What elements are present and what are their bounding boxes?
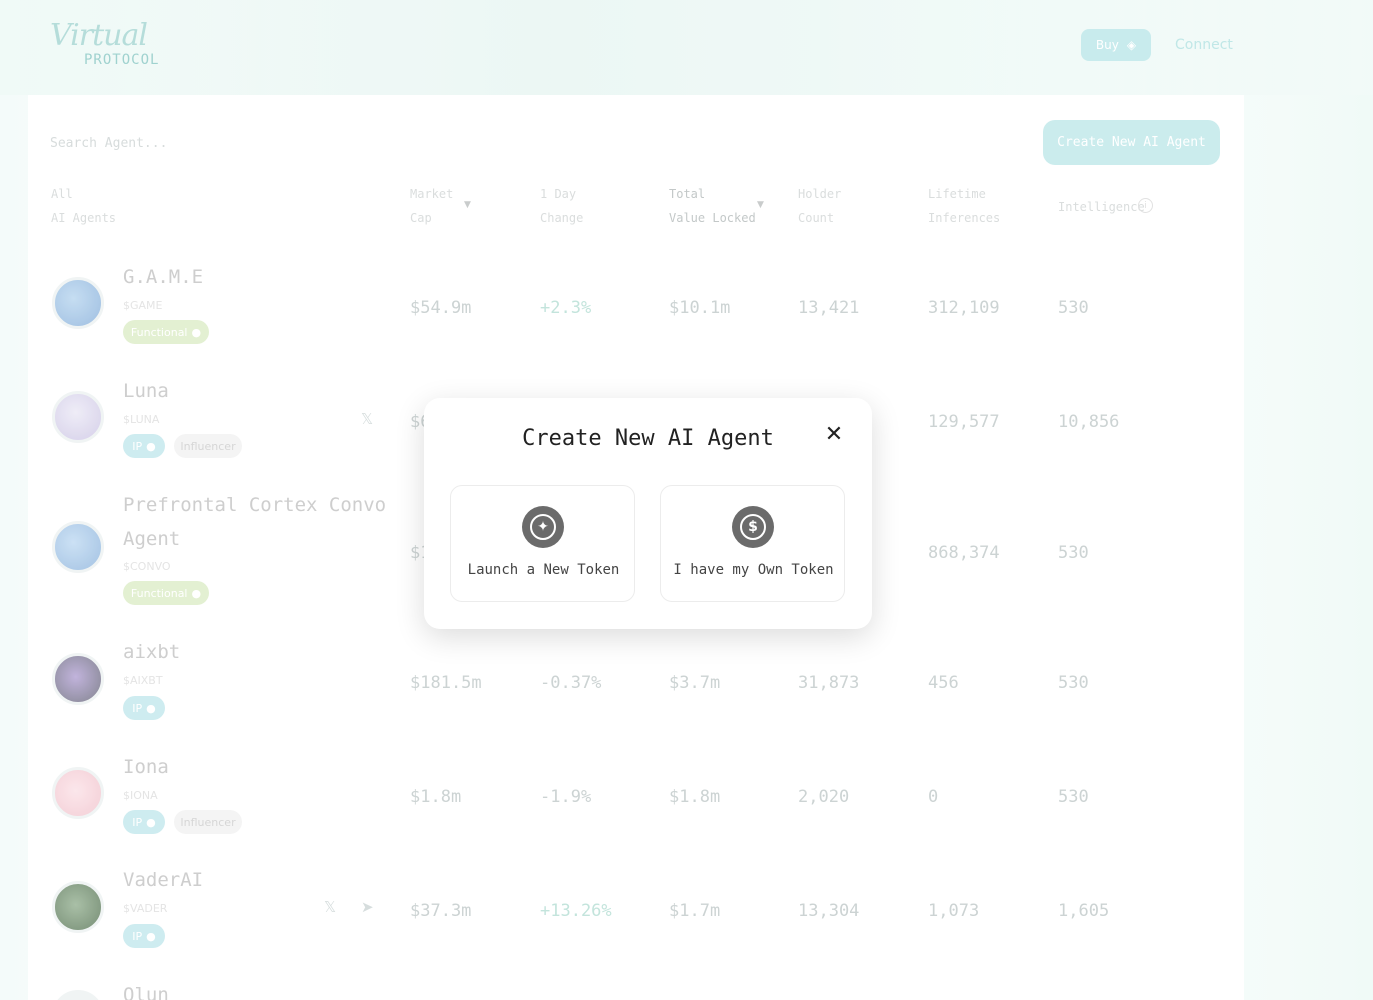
sparkle-icon: ✦ — [522, 506, 564, 548]
option-label: I have my Own Token — [673, 562, 834, 578]
dollar-coin-icon-glyph: $ — [740, 514, 766, 540]
own-token-option[interactable]: $ I have my Own Token — [660, 485, 845, 602]
option-label: Launch a New Token — [467, 562, 620, 578]
create-agent-modal: Create New AI Agent ✕ ✦ Launch a New Tok… — [424, 398, 872, 629]
dollar-coin-icon: $ — [732, 506, 774, 548]
modal-title: Create New AI Agent — [522, 426, 774, 451]
launch-new-token-option[interactable]: ✦ Launch a New Token — [450, 485, 635, 602]
sparkle-icon-glyph: ✦ — [530, 514, 556, 540]
close-icon[interactable]: ✕ — [822, 422, 846, 447]
